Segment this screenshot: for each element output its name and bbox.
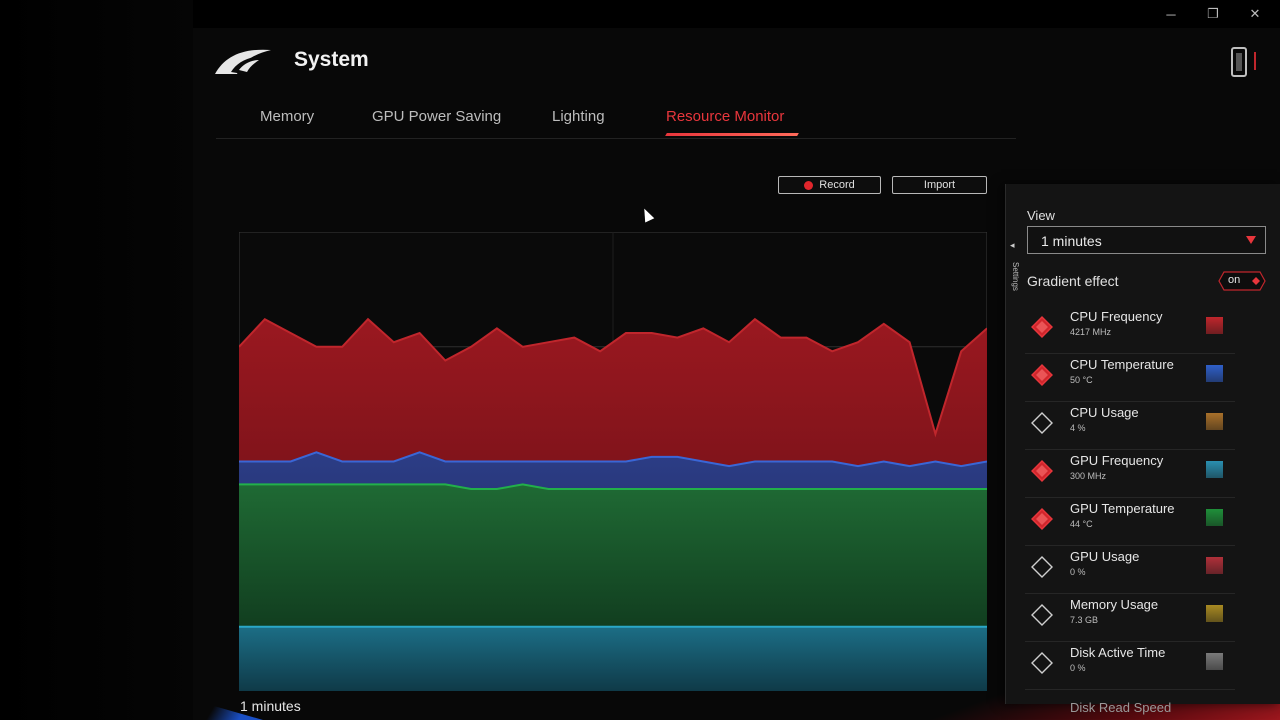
close-button[interactable]: ✕ (1234, 4, 1276, 24)
metric-color-swatch[interactable] (1206, 605, 1223, 622)
window-controls: ─ ❐ ✕ (1150, 4, 1276, 24)
metric-item[interactable]: CPU Usage 4 % (1025, 402, 1235, 450)
metric-item[interactable]: GPU Usage 0 % (1025, 546, 1235, 594)
settings-collapse-tab[interactable]: ◂ Settings (1010, 240, 1022, 310)
metric-item[interactable]: CPU Frequency 4217 MHz (1025, 306, 1235, 354)
metric-name: CPU Usage (1070, 405, 1139, 420)
device-icon[interactable] (1231, 47, 1247, 77)
app-title: System (294, 48, 369, 71)
view-dropdown[interactable]: 1 minutes (1027, 226, 1266, 254)
gradient-toggle-state: on (1228, 274, 1241, 286)
left-backdrop (0, 0, 193, 720)
tab-lighting[interactable]: Lighting (552, 108, 605, 125)
metric-color-swatch[interactable] (1206, 461, 1223, 478)
resource-chart (239, 232, 987, 691)
gradient-effect-toggle[interactable]: on (1218, 271, 1266, 291)
metric-value: 300 MHz (1070, 471, 1107, 481)
unchecked-diamond-icon[interactable] (1031, 412, 1053, 434)
metric-value: 7.3 GB (1070, 615, 1099, 625)
metric-name: GPU Temperature (1070, 501, 1175, 516)
checked-diamond-icon[interactable] (1031, 460, 1053, 482)
metric-color-swatch[interactable] (1206, 317, 1223, 334)
metric-item[interactable]: Disk Active Time 0 % (1025, 642, 1235, 690)
metric-item[interactable]: GPU Temperature 44 °C (1025, 498, 1235, 546)
metric-value: 0 % (1070, 663, 1086, 673)
checked-diamond-icon[interactable] (1031, 508, 1053, 530)
metric-color-swatch[interactable] (1206, 509, 1223, 526)
view-label: View (1027, 208, 1055, 223)
chevron-down-icon (1246, 236, 1256, 244)
metric-color-swatch[interactable] (1206, 557, 1223, 574)
settings-tab-label: Settings (1011, 262, 1020, 291)
restore-button[interactable]: ❐ (1192, 4, 1234, 24)
metric-name: Memory Usage (1070, 597, 1159, 612)
metric-name: CPU Temperature (1070, 357, 1174, 372)
tab-gpu-power-saving[interactable]: GPU Power Saving (372, 108, 501, 125)
record-dot-icon (804, 180, 814, 190)
metric-value: 0 % (1070, 567, 1086, 577)
rog-logo-icon (213, 44, 275, 80)
metric-value: 4217 MHz (1070, 327, 1112, 337)
minimize-button[interactable]: ─ (1150, 4, 1192, 24)
metric-color-swatch[interactable] (1206, 413, 1223, 430)
metric-name: Disk Active Time (1070, 645, 1166, 660)
import-label: Import (923, 179, 956, 191)
collapse-arrow-icon: ◂ (1010, 240, 1015, 250)
tab-memory[interactable]: Memory (260, 108, 314, 125)
device-indicator (1254, 52, 1256, 70)
partial-metric-label: Disk Read Speed (1070, 700, 1172, 715)
metric-color-swatch[interactable] (1206, 653, 1223, 670)
chart-range-label: 1 minutes (240, 698, 301, 714)
metric-item[interactable]: Memory Usage 7.3 GB (1025, 594, 1235, 642)
unchecked-diamond-icon[interactable] (1031, 604, 1053, 626)
chart-series (239, 317, 987, 691)
unchecked-diamond-icon[interactable] (1031, 652, 1053, 674)
metric-value: 44 °C (1070, 519, 1093, 529)
view-dropdown-value: 1 minutes (1041, 233, 1102, 249)
checked-diamond-icon[interactable] (1031, 316, 1053, 338)
metric-value: 4 % (1070, 423, 1086, 433)
unchecked-diamond-icon[interactable] (1031, 556, 1053, 578)
metric-value: 50 °C (1070, 375, 1093, 385)
metric-item[interactable]: CPU Temperature 50 °C (1025, 354, 1235, 402)
record-label: Record (819, 179, 855, 191)
metric-item[interactable]: GPU Frequency 300 MHz (1025, 450, 1235, 498)
series-area (239, 626, 987, 691)
metric-name: GPU Frequency (1070, 453, 1164, 468)
gradient-effect-label: Gradient effect (1027, 273, 1119, 289)
record-button[interactable]: Record (778, 176, 881, 194)
active-tab-indicator (665, 133, 799, 136)
metric-color-swatch[interactable] (1206, 365, 1223, 382)
import-button[interactable]: Import (892, 176, 987, 194)
tab-resource-monitor[interactable]: Resource Monitor (666, 108, 784, 125)
metric-name: CPU Frequency (1070, 309, 1163, 324)
metric-name: GPU Usage (1070, 549, 1140, 564)
tab-bar: Memory GPU Power Saving Lighting Resourc… (216, 100, 1016, 139)
checked-diamond-icon[interactable] (1031, 364, 1053, 386)
